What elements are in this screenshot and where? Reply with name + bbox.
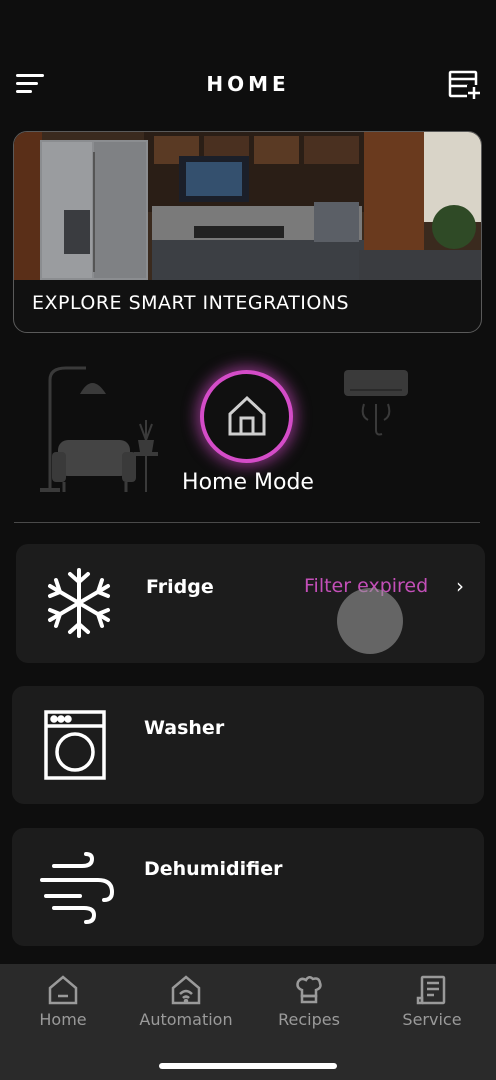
- tab-label: Home: [39, 1010, 87, 1029]
- kitchen-image: [14, 132, 481, 280]
- tab-service[interactable]: Service: [370, 964, 494, 1044]
- house-icon: [228, 395, 266, 436]
- tab-home[interactable]: Home: [1, 964, 125, 1044]
- page-title: HOME: [206, 72, 290, 96]
- chef-hat-icon: [296, 976, 322, 1004]
- tab-label: Service: [402, 1010, 462, 1029]
- appliance-name: Dehumidifier: [144, 858, 283, 880]
- tab-recipes[interactable]: Recipes: [247, 964, 371, 1044]
- service-tab-icon: [416, 975, 446, 1005]
- smart-integrations-banner[interactable]: EXPLORE SMART INTEGRATIONS: [13, 131, 482, 333]
- home-tab-icon: [48, 975, 78, 1005]
- tab-label: Automation: [139, 1010, 233, 1029]
- fridge-card[interactable]: Fridge Filter expired ›: [16, 544, 485, 663]
- mode-area: Home Mode: [0, 340, 496, 520]
- add-appliance-icon[interactable]: [448, 70, 482, 100]
- tab-label: Recipes: [278, 1010, 340, 1029]
- home-mode-button[interactable]: [200, 370, 293, 463]
- washer-icon: [44, 710, 106, 780]
- home-indicator[interactable]: [159, 1063, 337, 1069]
- washer-card[interactable]: Washer: [12, 686, 484, 804]
- mode-label: Home Mode: [182, 470, 314, 495]
- app-header: HOME: [0, 0, 496, 120]
- tab-automation[interactable]: Automation: [124, 964, 248, 1044]
- automation-tab-icon: [171, 975, 201, 1005]
- chevron-right-icon[interactable]: ›: [456, 574, 464, 598]
- dehumidifier-card[interactable]: Dehumidifier: [12, 828, 484, 946]
- appliance-name: Washer: [144, 717, 225, 739]
- touch-indicator: [337, 588, 403, 654]
- snowflake-icon: [48, 568, 110, 638]
- air-conditioner-illustration: [344, 370, 408, 436]
- appliance-name: Fridge: [146, 576, 214, 598]
- wind-icon: [40, 852, 115, 924]
- divider: [14, 522, 480, 523]
- banner-label: EXPLORE SMART INTEGRATIONS: [32, 292, 350, 314]
